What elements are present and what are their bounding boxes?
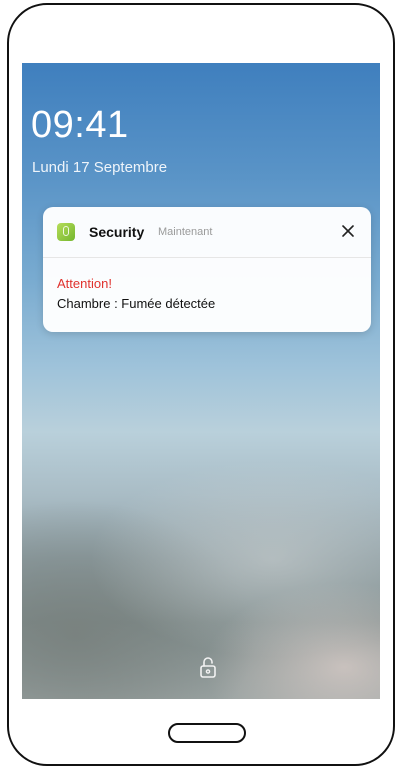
lockscreen-date: Lundi 17 Septembre	[32, 159, 168, 176]
lockscreen-clock: 09:41	[31, 104, 129, 146]
notification-title: Attention!	[57, 276, 112, 291]
notification-app-name: Security	[89, 224, 145, 240]
notification-body: Chambre : Fumée détectée	[57, 296, 216, 311]
notification-card[interactable]: Security Maintenant Attention! Chambre :…	[43, 207, 371, 332]
home-button[interactable]	[168, 723, 246, 743]
notification-timestamp: Maintenant	[158, 226, 213, 238]
lock-icon[interactable]	[199, 655, 217, 679]
close-icon[interactable]	[339, 222, 357, 240]
notification-header: Security Maintenant	[43, 207, 371, 258]
security-app-icon	[57, 223, 75, 241]
